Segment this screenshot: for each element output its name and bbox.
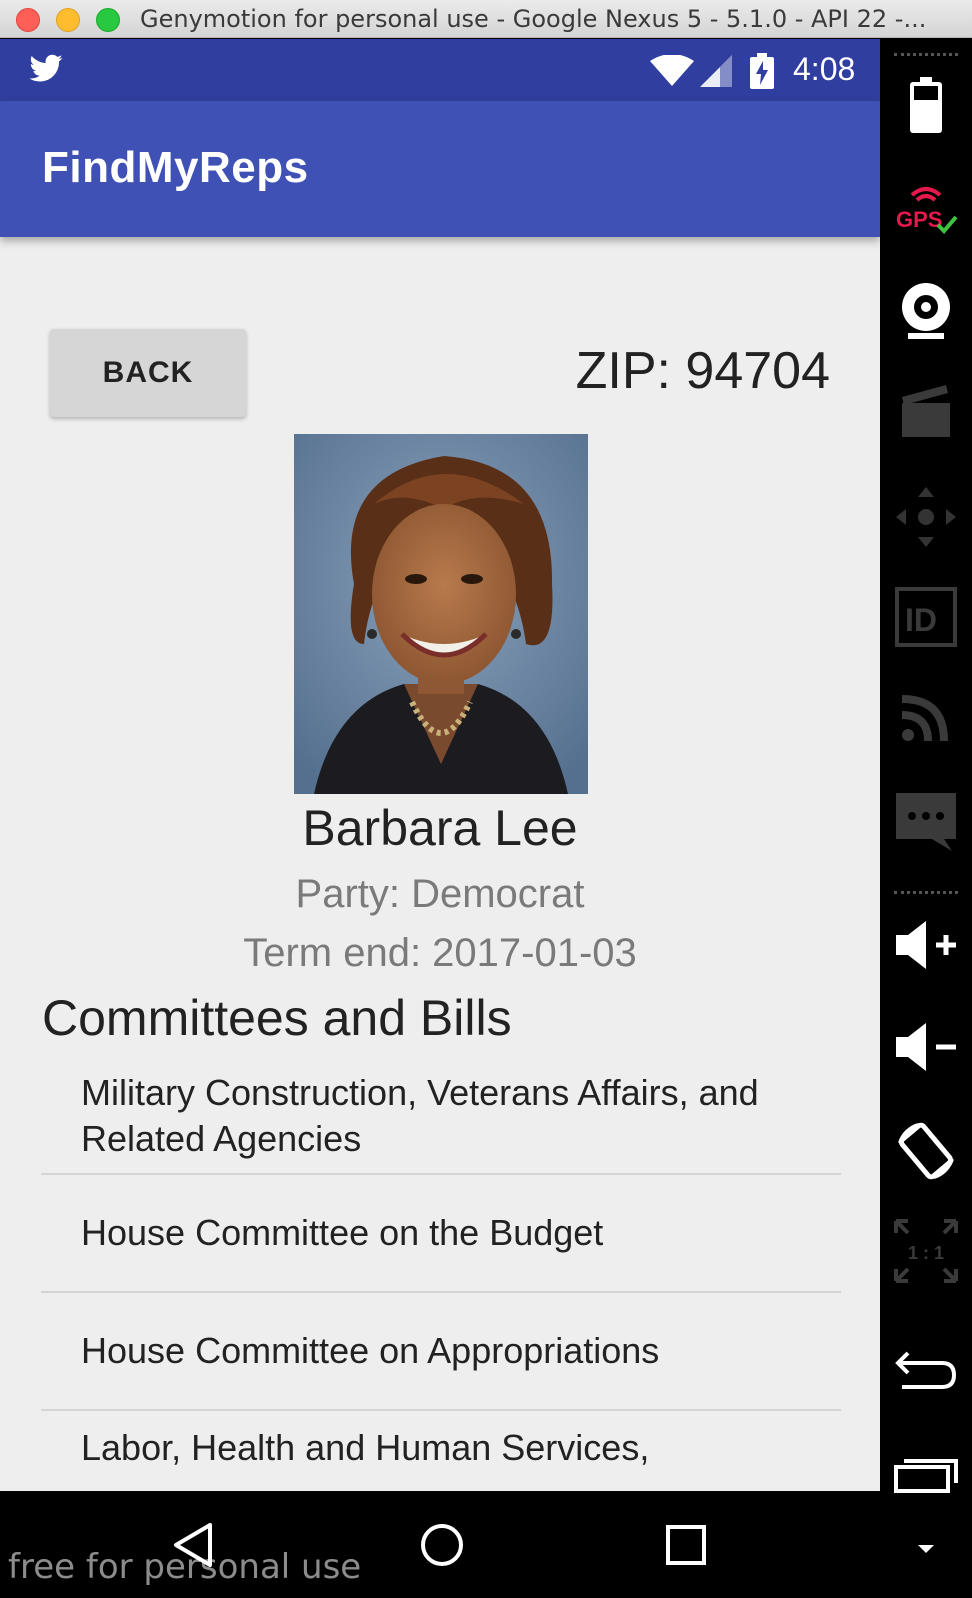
- network-widget-icon[interactable]: [880, 689, 972, 745]
- list-item-label: House Committee on Appropriations: [81, 1330, 660, 1371]
- window-minimize-button[interactable]: [56, 8, 80, 32]
- back-key-icon[interactable]: [880, 1349, 972, 1393]
- window-maximize-button[interactable]: [96, 8, 120, 32]
- committees-section-title: Committees and Bills: [42, 990, 512, 1046]
- rep-portrait-photo: [294, 434, 588, 794]
- emulator-side-panel: GPS ID 1: 1: [880, 39, 972, 1598]
- rep-term-end: Term end: 2017-01-03: [243, 931, 637, 975]
- window-close-button[interactable]: [16, 8, 40, 32]
- dpad-widget-icon[interactable]: [880, 485, 972, 549]
- list-item[interactable]: House Committee on Appropriations: [41, 1293, 841, 1411]
- scale-label: 1 : 1: [908, 1243, 944, 1263]
- rotate-screen-icon[interactable]: [880, 1119, 972, 1183]
- gps-label: GPS: [896, 207, 942, 232]
- rep-party: Party: Democrat: [295, 872, 585, 916]
- gps-widget-icon[interactable]: GPS: [880, 181, 972, 237]
- zip-label: ZIP: 94704: [575, 342, 830, 400]
- list-item[interactable]: House Committee on the Budget: [41, 1175, 841, 1293]
- phone-screen: 4:08 FindMyReps BACK ZIP: 94704 Barbara …: [0, 39, 880, 1491]
- list-item-label: Labor, Health and Human Services, Educat…: [81, 1427, 650, 1479]
- status-bar: 4:08: [0, 39, 880, 101]
- volume-up-icon[interactable]: [880, 919, 972, 971]
- twitter-bird-icon: [29, 54, 63, 82]
- chevron-down-icon[interactable]: [880, 1543, 972, 1555]
- signal-icon: [700, 55, 732, 87]
- status-time: 4:08: [793, 51, 856, 87]
- rep-detail-content: BACK ZIP: 94704 Barbara Lee Party: Democ…: [0, 237, 880, 1491]
- window-title-bar: Genymotion for personal use - Google Nex…: [0, 0, 972, 38]
- wifi-icon: [650, 55, 694, 86]
- list-item-label: House Committee on the Budget: [81, 1212, 604, 1253]
- nav-recents-icon[interactable]: [664, 1523, 708, 1567]
- webcam-widget-icon[interactable]: [880, 281, 972, 341]
- sms-widget-icon[interactable]: [880, 791, 972, 853]
- recent-apps-key-icon[interactable]: [880, 1457, 972, 1493]
- battery-widget-icon[interactable]: [880, 77, 972, 133]
- window-title: Genymotion for personal use - Google Nex…: [140, 5, 927, 33]
- panel-divider: [894, 891, 958, 894]
- id-label: ID: [905, 602, 937, 638]
- committees-list[interactable]: Military Construction, Veterans Affairs,…: [41, 1059, 841, 1479]
- list-item[interactable]: Labor, Health and Human Services, Educat…: [41, 1411, 841, 1479]
- watermark-text: free for personal use: [8, 1547, 362, 1587]
- app-bar: FindMyReps: [0, 101, 880, 237]
- screencast-widget-icon[interactable]: [880, 383, 972, 439]
- volume-down-icon[interactable]: [880, 1021, 972, 1073]
- panel-divider: [894, 53, 958, 56]
- battery-charging-icon: [750, 53, 774, 89]
- app-title: FindMyReps: [42, 143, 309, 192]
- list-item[interactable]: Military Construction, Veterans Affairs,…: [41, 1059, 841, 1175]
- rep-name: Barbara Lee: [302, 800, 578, 856]
- back-button[interactable]: BACK: [50, 329, 246, 417]
- device-id-widget-icon[interactable]: ID: [880, 587, 972, 647]
- pixel-perfect-icon[interactable]: 1 : 1: [880, 1219, 972, 1283]
- list-item-label: Military Construction, Veterans Affairs,…: [81, 1072, 759, 1159]
- nav-home-icon[interactable]: [418, 1521, 466, 1569]
